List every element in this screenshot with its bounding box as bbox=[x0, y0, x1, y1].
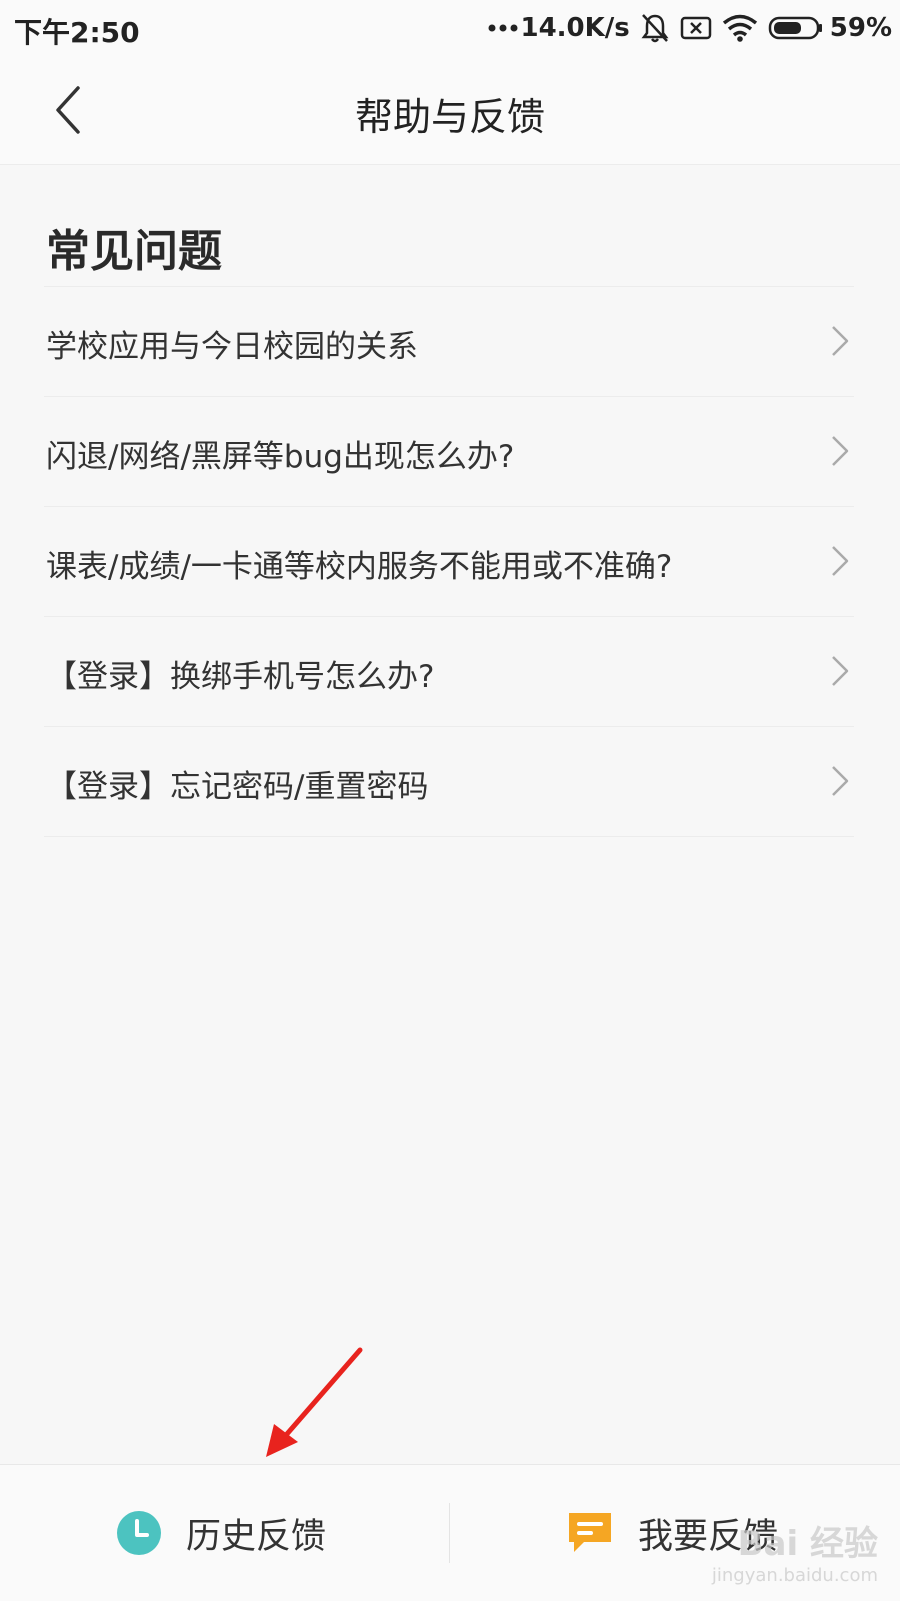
chevron-right-icon bbox=[832, 546, 849, 576]
faq-item[interactable]: 学校应用与今日校园的关系 bbox=[44, 287, 854, 397]
wifi-icon bbox=[722, 14, 758, 42]
chevron-right-icon bbox=[832, 656, 849, 686]
history-feedback-label: 历史反馈 bbox=[186, 1516, 327, 1557]
faq-list: 学校应用与今日校园的关系 闪退/网络/黑屏等bug出现怎么办? 课表/成绩/一卡… bbox=[44, 286, 854, 837]
divider bbox=[449, 1503, 450, 1563]
faq-item-label: 闪退/网络/黑屏等bug出现怎么办? bbox=[46, 439, 515, 475]
message-icon bbox=[569, 1513, 611, 1552]
nav-bar: 帮助与反馈 bbox=[0, 56, 900, 165]
chevron-right-icon bbox=[832, 436, 849, 466]
status-time: 下午2:50 bbox=[14, 16, 140, 49]
faq-item-label: 【登录】换绑手机号怎么办? bbox=[46, 659, 435, 695]
annotation-arrow bbox=[266, 1347, 363, 1457]
status-bar: 下午2:50 14.0K/s 59% bbox=[0, 0, 900, 56]
battery-percent: 59% bbox=[829, 13, 892, 43]
watermark: Bai 经验 jingyan.baidu.com bbox=[712, 1516, 878, 1586]
chevron-right-icon bbox=[832, 326, 849, 356]
mute-bell-icon bbox=[640, 12, 670, 44]
sim-x-icon bbox=[680, 15, 712, 41]
network-speed: 14.0K/s bbox=[520, 13, 630, 43]
faq-item-label: 课表/成绩/一卡通等校内服务不能用或不准确? bbox=[46, 549, 673, 585]
faq-item-label: 学校应用与今日校园的关系 bbox=[46, 329, 418, 365]
signal-dots-icon bbox=[488, 23, 518, 33]
history-feedback-button[interactable]: 历史反馈 bbox=[116, 1465, 326, 1601]
watermark-main: Bai 经验 bbox=[737, 1524, 878, 1564]
status-icons: 14.0K/s 59% bbox=[488, 10, 892, 46]
faq-item[interactable]: 【登录】换绑手机号怎么办? bbox=[44, 617, 854, 727]
faq-item-label: 【登录】忘记密码/重置密码 bbox=[46, 769, 429, 805]
page-title: 帮助与反馈 bbox=[354, 95, 545, 139]
section-title: 常见问题 bbox=[46, 226, 222, 277]
clock-icon bbox=[117, 1511, 161, 1555]
battery-icon bbox=[768, 15, 824, 41]
faq-item[interactable]: 闪退/网络/黑屏等bug出现怎么办? bbox=[44, 397, 854, 507]
chevron-right-icon bbox=[832, 766, 849, 796]
watermark-sub: jingyan.baidu.com bbox=[711, 1565, 878, 1586]
faq-item[interactable]: 课表/成绩/一卡通等校内服务不能用或不准确? bbox=[44, 507, 854, 617]
faq-item[interactable]: 【登录】忘记密码/重置密码 bbox=[44, 727, 854, 837]
